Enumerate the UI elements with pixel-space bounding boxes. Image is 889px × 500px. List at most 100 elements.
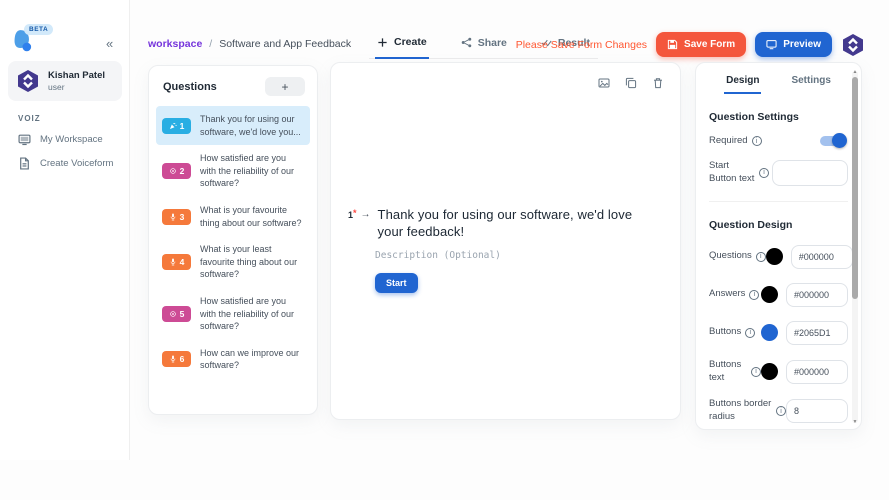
scroll-down-icon[interactable]: ▼ [852, 419, 858, 425]
info-icon: i [751, 136, 762, 147]
voiceform-logo-icon [841, 33, 865, 57]
save-form-button[interactable]: Save Form [656, 32, 747, 57]
info-icon: i [745, 327, 756, 338]
question-number: 2 [179, 166, 185, 177]
question-list: 1 Thank you for using our software, we'd… [149, 102, 317, 383]
start-button-text-label: Start Button text [709, 160, 755, 184]
question-settings-title: Question Settings [709, 111, 799, 123]
questions-panel-title: Questions [163, 80, 217, 93]
tab-settings[interactable]: Settings [789, 73, 832, 94]
buttons-color-row: Buttons i [709, 320, 848, 345]
question-list-item-4[interactable]: 4 What is your least favourite thing abo… [156, 236, 310, 288]
answers-color-row: Answers i [709, 282, 848, 307]
question-list-item-3[interactable]: 3 What is your favourite thing about our… [156, 197, 310, 236]
info-icon: i [776, 406, 786, 417]
color-swatch[interactable] [761, 286, 778, 304]
buttons-border-radius-row: Buttons border radius i [709, 398, 848, 424]
info-icon: i [749, 289, 760, 300]
image-icon[interactable] [598, 77, 610, 89]
question-badge: 3 [162, 208, 191, 225]
question-badge: 5 [162, 305, 191, 322]
tab-label: Create [394, 36, 427, 48]
field-label: Answers [709, 288, 746, 300]
form-preview-canvas: 1 * → Thank you for using our software, … [330, 62, 681, 420]
field-label: Questions [709, 250, 752, 262]
required-row: Required i [709, 133, 848, 149]
field-label: Buttons border radius [709, 398, 772, 423]
questions-panel: Questions + 1 Thank you for using our so… [148, 65, 318, 415]
breadcrumb-separator: / [209, 38, 213, 50]
sidebar-item-label: My Workspace [40, 134, 103, 145]
buttons-color-input[interactable] [786, 320, 848, 345]
sidebar-item-label: Create Voiceform [40, 158, 114, 169]
tab-create[interactable]: Create [375, 30, 429, 59]
question-number: 1 [179, 120, 185, 131]
microphone-icon [170, 258, 175, 266]
required-marker: * [353, 208, 357, 218]
color-swatch[interactable] [765, 248, 783, 266]
design-panel-tabs: Design Settings [709, 73, 848, 94]
question-badge: 4 [162, 254, 191, 271]
header-actions: Please Save Form Changes Save Form Previ… [516, 32, 865, 57]
microphone-icon [170, 213, 175, 220]
question-badge: 1 [162, 117, 191, 134]
preview-button[interactable]: Preview [755, 32, 832, 57]
save-form-label: Save Form [684, 39, 736, 50]
plus-icon [378, 37, 387, 47]
question-number: 4 [179, 257, 185, 268]
field-label: Buttons [709, 326, 742, 338]
add-question-button[interactable]: + [265, 77, 305, 96]
question-item-text: How satisfied are you with the reliabili… [200, 295, 295, 332]
scroll-up-icon[interactable]: ▲ [852, 69, 858, 75]
question-item-text: What is your least favourite thing about… [200, 244, 298, 280]
copy-icon[interactable] [625, 77, 637, 89]
question-list-item-5[interactable]: 5 How satisfied are you with the reliabi… [156, 288, 310, 340]
trash-icon[interactable] [652, 77, 664, 89]
question-list-item-1[interactable]: 1 Thank you for using our software, we'd… [156, 106, 310, 146]
buttons-text-color-input[interactable] [786, 359, 848, 384]
question-list-item-6[interactable]: 6 How can we improve our software? [156, 340, 310, 379]
description-placeholder[interactable]: Description (Optional) [375, 250, 648, 261]
file-icon [18, 157, 31, 170]
design-settings-panel: Design Settings Question Settings Requir… [695, 62, 862, 430]
microphone-icon [170, 355, 175, 363]
question-item-text: Thank you for using our software, we'd l… [200, 114, 301, 137]
question-number: 3 [179, 211, 185, 222]
question-item-text: How satisfied are you with the reliabili… [200, 153, 295, 189]
question-number: 5 [179, 308, 185, 319]
opinion-scale-icon [169, 168, 176, 174]
questions-color-input[interactable] [790, 244, 853, 269]
field-label: Buttons text [709, 358, 742, 383]
breadcrumb-current: Software and App Feedback [219, 38, 352, 50]
preview-monitor-icon [766, 40, 777, 50]
scrollbar-thumb[interactable] [852, 77, 858, 299]
required-toggle[interactable] [820, 133, 847, 149]
breadcrumb-workspace-link[interactable]: workspace [148, 38, 202, 50]
sidebar-collapse-icon[interactable]: « [106, 36, 113, 51]
sidebar-item-create-voiceform[interactable]: Create Voiceform [18, 157, 113, 170]
question-text[interactable]: Thank you for using our software, we'd l… [378, 207, 636, 241]
question-list-item-2[interactable]: 2 How satisfied are you with the reliabi… [156, 145, 310, 197]
answers-color-input[interactable] [786, 282, 848, 307]
color-swatch[interactable] [761, 363, 778, 381]
party-popper-icon [169, 122, 177, 129]
info-icon: i [751, 366, 761, 377]
tab-design[interactable]: Design [724, 73, 762, 94]
tab-share[interactable]: Share [459, 30, 509, 58]
panel-scrollbar[interactable]: ▲ ▼ [852, 69, 858, 425]
tab-label: Share [477, 36, 507, 49]
avatar [16, 69, 40, 93]
user-card[interactable]: Kishan Patel user [8, 61, 122, 101]
color-swatch[interactable] [761, 324, 778, 342]
sidebar-item-my-workspace[interactable]: My Workspace [18, 133, 103, 146]
question-item-text: How can we improve our software? [200, 347, 300, 371]
sidebar: BETA « Kishan Patel user VOIZ My Workspa… [0, 0, 130, 460]
unsaved-changes-warning: Please Save Form Changes [515, 38, 648, 51]
start-button-text-input[interactable] [772, 159, 848, 186]
buttons-border-radius-input[interactable] [786, 399, 848, 424]
question-badge: 2 [162, 163, 191, 180]
preview-label: Preview [783, 39, 821, 50]
start-button[interactable]: Start [375, 272, 418, 293]
arrow-icon: → [360, 209, 371, 220]
buttons-text-color-row: Buttons text i [709, 359, 848, 385]
